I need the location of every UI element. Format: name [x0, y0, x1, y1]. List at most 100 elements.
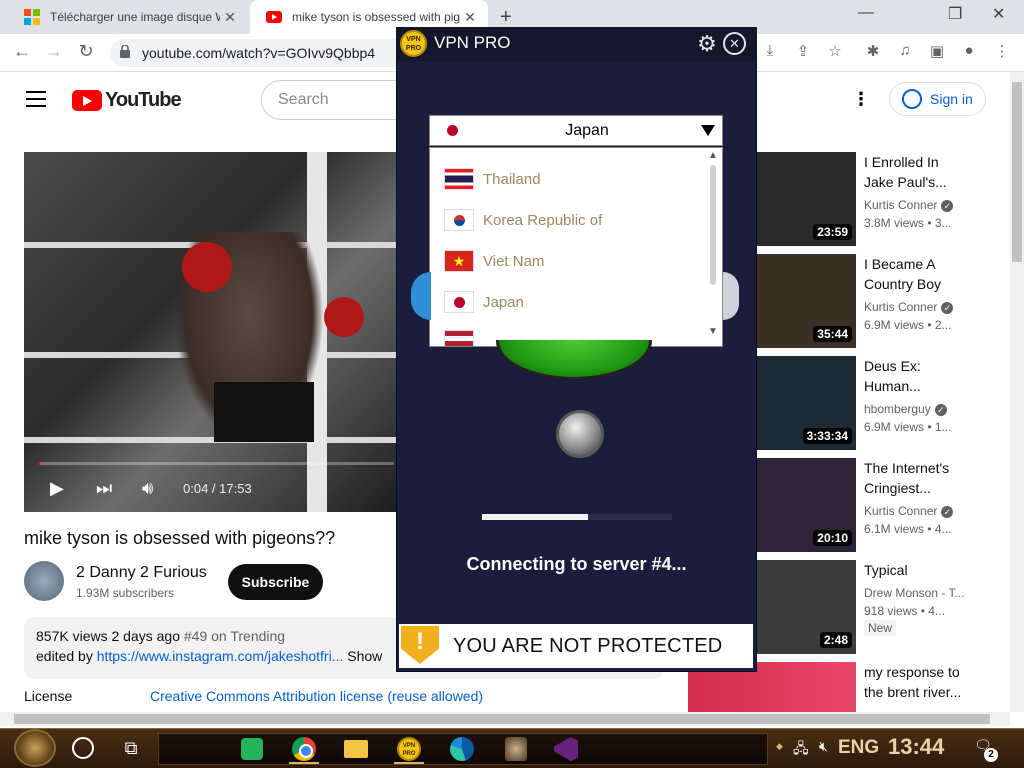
recommended-title[interactable]: The Internet's Cringiest... [864, 458, 964, 498]
recommended-title[interactable]: Deus Ex: Human... [864, 356, 964, 396]
restore-button[interactable]: ❐ [948, 4, 962, 24]
recommended-title[interactable]: I Enrolled In Jake Paul's... [864, 152, 964, 192]
thailand-flag-icon [444, 168, 474, 190]
network-icon[interactable]: 🖧︎ [793, 738, 809, 762]
side-panel-icon[interactable]: ▣ [927, 42, 947, 62]
forward-button[interactable]: → [42, 41, 66, 62]
vpn-close-icon[interactable]: ✕ [723, 32, 746, 55]
country-label: Thailand [483, 170, 541, 188]
account-icon [902, 89, 922, 109]
country-option-vietnam[interactable]: ★ Viet Nam [444, 246, 544, 276]
profile-icon[interactable]: ● [959, 42, 979, 62]
more-options-icon[interactable]: ⋮ [852, 89, 870, 110]
tab-close-icon[interactable]: ✕ [222, 9, 238, 26]
youtube-wordmark: YouTube [105, 89, 182, 111]
channel-avatar[interactable] [24, 561, 64, 601]
boxing-shorts [214, 382, 314, 442]
vpn-pro-icon[interactable]: VPN PRO [393, 735, 425, 763]
taskbar-search-icon[interactable] [72, 737, 94, 759]
instagram-link[interactable]: https://www.instagram.com/jakeshotfri... [97, 648, 344, 664]
video-time: 0:04 / 17:53 [183, 481, 252, 496]
show-more-button[interactable]: Show [347, 648, 382, 664]
country-option-japan[interactable]: Japan [444, 287, 524, 317]
next-icon[interactable]: ⏭ [96, 478, 112, 499]
chrome-icon[interactable] [288, 735, 320, 763]
recommended-meta: 6.9M views • 2... [864, 318, 952, 332]
recommended-thumbnail[interactable]: 3:33:34 [756, 356, 856, 450]
list-scroll-thumb[interactable] [710, 165, 716, 285]
start-button[interactable] [14, 729, 56, 767]
recommended-channel: Kurtis Conner ✓ [864, 300, 954, 314]
channel-name: Kurtis Conner [864, 198, 938, 212]
recommended-thumbnail[interactable]: 2:48 [756, 560, 856, 654]
file-explorer-icon[interactable] [340, 735, 372, 763]
sticky-notes-icon[interactable] [236, 735, 268, 763]
verified-icon: ✓ [934, 404, 947, 416]
globe-icon[interactable] [556, 410, 604, 458]
extensions-icon[interactable]: ✱ [863, 42, 883, 62]
youtube-logo[interactable]: YouTube [72, 89, 182, 112]
warning-shield-icon: ! [401, 624, 439, 668]
recommended-title[interactable]: I Became A Country Boy [864, 254, 964, 294]
clock[interactable]: 13:44 [888, 734, 944, 760]
video-player[interactable] [24, 152, 396, 512]
settings-gear-icon[interactable]: ⚙ [694, 31, 720, 57]
recommended-title[interactable]: my response to the brent river... [864, 662, 964, 702]
video-title: mike tyson is obsessed with pigeons?? [24, 528, 336, 548]
hamburger-menu-icon[interactable] [26, 91, 46, 107]
video-progress-track[interactable] [38, 462, 394, 465]
visual-studio-icon[interactable] [550, 735, 582, 763]
language-indicator[interactable]: ENG [838, 737, 879, 759]
trending-tag[interactable]: #49 on Trending [184, 628, 285, 644]
video-duration: 3:33:34 [802, 428, 852, 444]
game-icon[interactable] [500, 735, 532, 763]
country-option-thailand[interactable]: Thailand [444, 164, 541, 194]
recommended-title[interactable]: Typical [864, 560, 964, 580]
warning-text: YOU ARE NOT PROTECTED [453, 634, 723, 657]
recommended-thumbnail[interactable]: 35:44 [756, 254, 856, 348]
country-option-korea[interactable]: Korea Republic of [444, 205, 602, 235]
license-link[interactable]: Creative Commons Attribution license (re… [150, 688, 483, 704]
vertical-scroll-thumb[interactable] [1012, 82, 1022, 262]
license-label: License [24, 688, 73, 704]
menu-icon[interactable]: ⋮ [992, 42, 1012, 62]
us-flag-icon [444, 330, 474, 346]
show-hidden-icons[interactable]: ◆ [776, 741, 783, 752]
horizontal-scroll-thumb[interactable] [14, 714, 990, 724]
japan-flag-icon [442, 119, 464, 142]
bookmark-star-icon[interactable]: ☆ [825, 42, 845, 62]
play-icon[interactable]: ▶ [50, 478, 64, 499]
back-button[interactable]: ← [10, 41, 34, 62]
edge-icon[interactable] [446, 735, 478, 763]
subscribe-button[interactable]: Subscribe [228, 564, 323, 600]
download-icon[interactable]: ⤓ [760, 42, 780, 62]
window-close-button[interactable]: ✕ [992, 4, 1005, 24]
country-option-partial[interactable] [444, 326, 483, 346]
task-view-icon[interactable]: ⧉ [120, 737, 142, 759]
channel-name[interactable]: 2 Danny 2 Furious [76, 564, 207, 582]
sign-in-button[interactable]: Sign in [889, 82, 986, 116]
tab-title: Télécharger une image disque W [50, 10, 220, 24]
tab-telecharger[interactable]: Télécharger une image disque W ✕ [8, 0, 248, 34]
country-label: Viet Nam [483, 252, 545, 270]
connection-progress-fill [482, 514, 588, 520]
recommended-thumbnail[interactable]: 23:59 [756, 152, 856, 246]
volume-muted-icon[interactable]: 🔇︎ [819, 738, 828, 755]
country-select[interactable]: Japan [429, 115, 723, 146]
share-icon[interactable]: ⇪ [793, 42, 813, 62]
minimize-button[interactable]: — [858, 4, 874, 22]
channel-name: Kurtis Conner [864, 300, 938, 314]
tab-close-icon[interactable]: ✕ [462, 9, 478, 26]
recommended-thumbnail[interactable]: 20:10 [756, 458, 856, 552]
verified-icon: ✓ [941, 302, 954, 314]
windows-icon [24, 9, 40, 25]
new-tab-button[interactable]: + [500, 6, 512, 29]
reload-button[interactable]: ↻ [74, 41, 98, 62]
scroll-up-icon[interactable]: ▲ [708, 150, 718, 161]
volume-icon[interactable]: 🔊︎ [142, 478, 153, 499]
scroll-down-icon[interactable]: ▼ [708, 326, 718, 337]
korea-flag-icon [444, 209, 474, 231]
media-icon[interactable]: ♫ [895, 42, 915, 62]
recommended-channel: hbomberguy ✓ [864, 402, 947, 416]
recommended-channel: Kurtis Conner ✓ [864, 504, 954, 518]
